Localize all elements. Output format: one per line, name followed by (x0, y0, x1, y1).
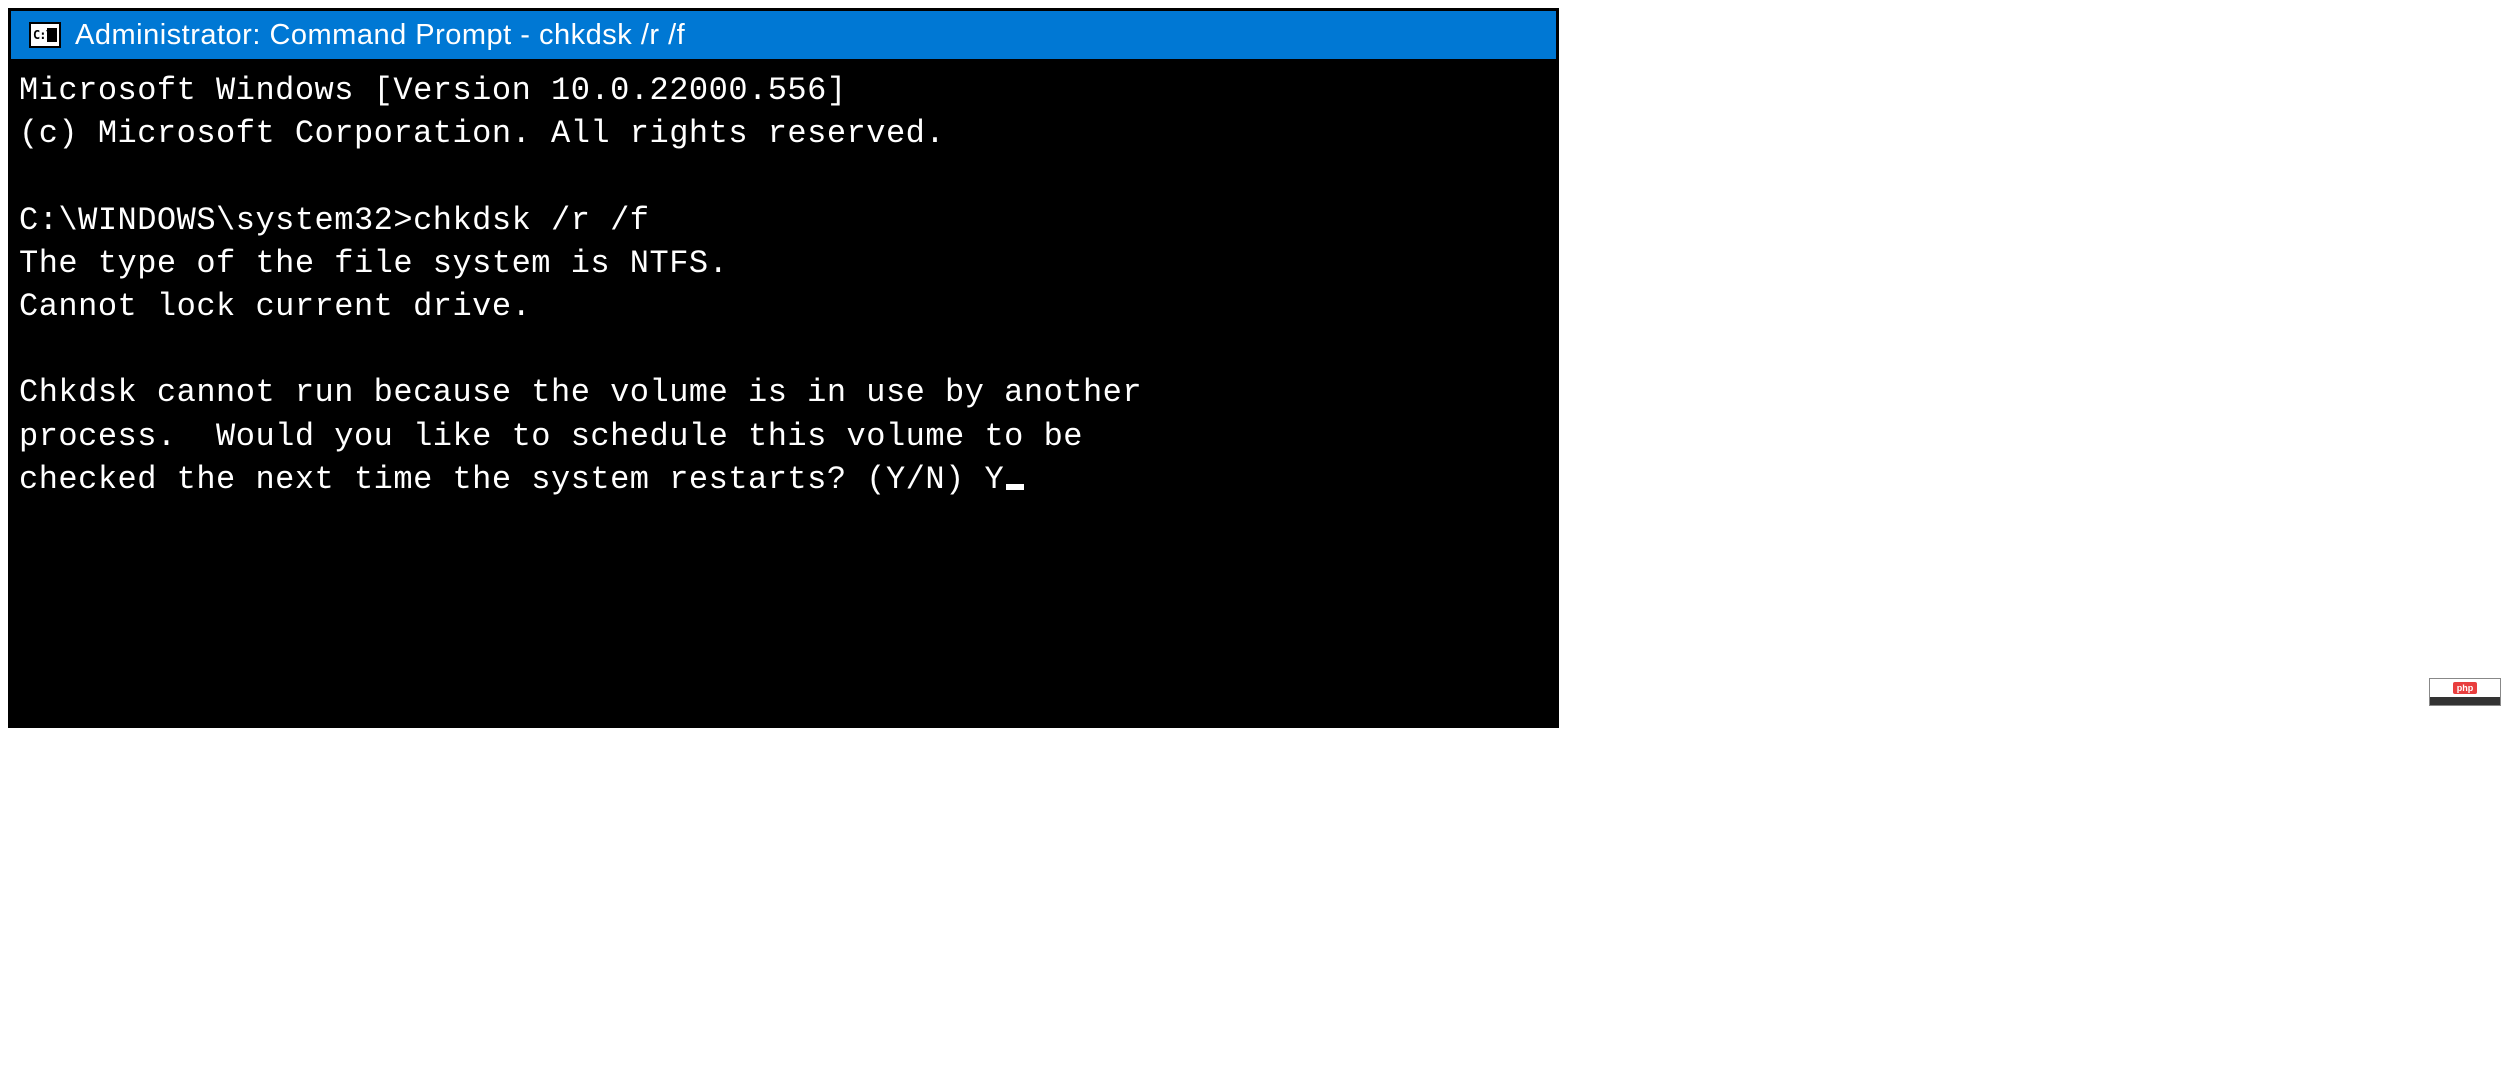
watermark-label: php (2453, 682, 2478, 694)
cmd-icon (29, 22, 61, 48)
window-title: Administrator: Command Prompt - chkdsk /… (75, 19, 685, 52)
titlebar[interactable]: Administrator: Command Prompt - chkdsk /… (11, 11, 1556, 59)
terminal-line: (c) Microsoft Corporation. All rights re… (19, 115, 945, 152)
terminal-prompt-line: C:\WINDOWS\system32>chkdsk /r /f (19, 202, 650, 239)
terminal-line: Cannot lock current drive. (19, 288, 531, 325)
watermark-bottom (2430, 697, 2500, 705)
command-prompt-window: Administrator: Command Prompt - chkdsk /… (8, 8, 1559, 728)
terminal-line: checked the next time the system restart… (19, 461, 1004, 498)
terminal-line: process. Would you like to schedule this… (19, 418, 1083, 455)
terminal-line: Chkdsk cannot run because the volume is … (19, 374, 1142, 411)
terminal-line: Microsoft Windows [Version 10.0.22000.55… (19, 72, 847, 109)
terminal-line: The type of the file system is NTFS. (19, 245, 728, 282)
watermark-badge: php (2429, 678, 2501, 706)
watermark-top: php (2430, 679, 2500, 697)
terminal-output[interactable]: Microsoft Windows [Version 10.0.22000.55… (11, 59, 1556, 509)
cursor (1006, 484, 1024, 490)
